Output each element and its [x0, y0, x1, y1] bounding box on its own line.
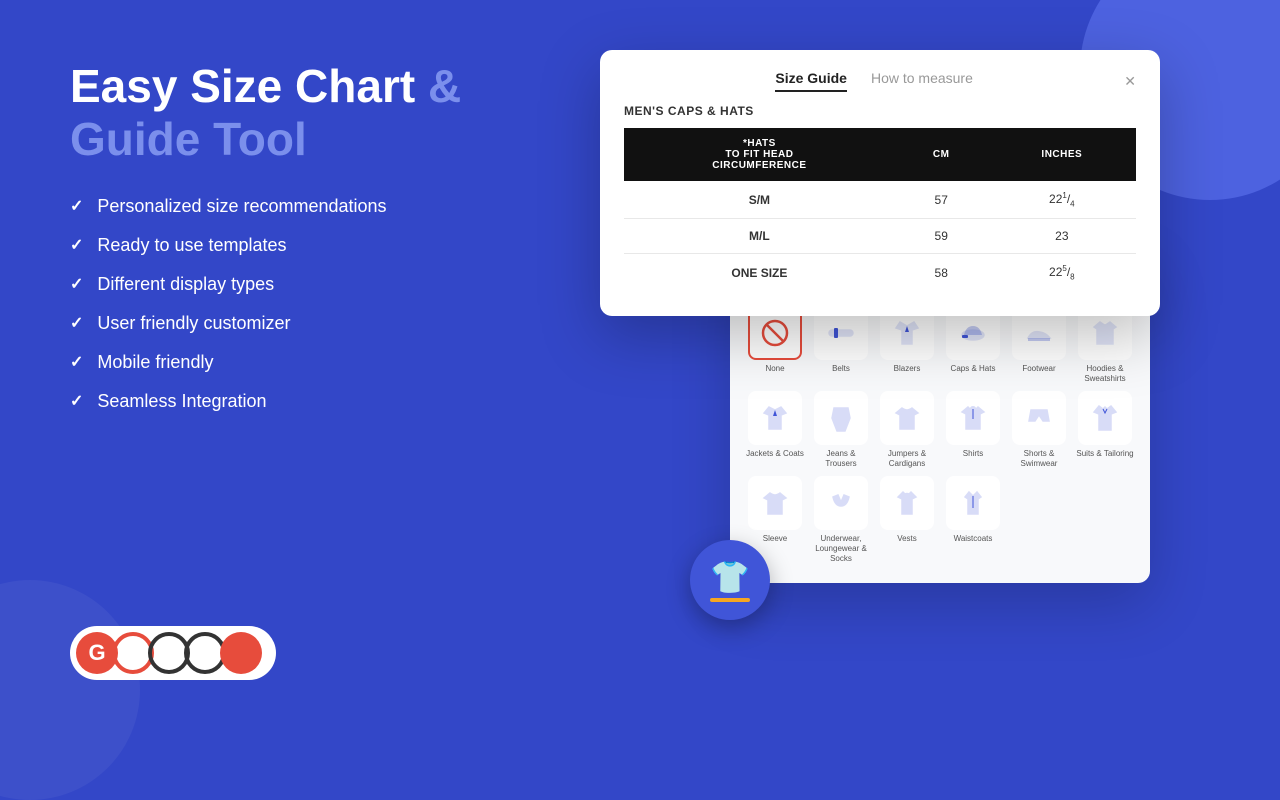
cat-icon-sleeve: [748, 476, 802, 530]
cat-icon-jeans: [814, 391, 868, 445]
col-header-size: *HATSTO FIT HEADCIRCUMFERENCE: [624, 128, 895, 181]
cat-label-jumpers: Jumpers & Cardigans: [878, 449, 936, 468]
cat-vests[interactable]: Vests: [878, 476, 936, 563]
cm-ml: 59: [895, 219, 988, 254]
feature-item-1: ✓ Personalized size recommendations: [70, 196, 530, 217]
size-guide-modal: Size Guide How to measure ✕ MEN'S CAPS &…: [600, 50, 1160, 316]
title-part1: Easy Size Chart: [70, 60, 415, 112]
feature-item-6: ✓ Seamless Integration: [70, 391, 530, 412]
cat-icon-jumpers: [880, 391, 934, 445]
cat-label-belts: Belts: [832, 364, 850, 374]
check-icon-2: ✓: [70, 235, 83, 255]
section-title: MEN'S CAPS & HATS: [624, 104, 1136, 118]
cat-footwear[interactable]: Footwear: [1010, 306, 1068, 383]
feature-item-4: ✓ User friendly customizer: [70, 313, 530, 334]
cat-icon-jackets: [748, 391, 802, 445]
cat-belts[interactable]: Belts: [812, 306, 870, 383]
modal-header: Size Guide How to measure ✕: [624, 70, 1136, 92]
logo-o4: [220, 632, 262, 674]
cat-icon-vests: [880, 476, 934, 530]
logo: G: [70, 626, 276, 680]
cat-label-suits: Suits & Tailoring: [1076, 449, 1133, 459]
cat-icon-suits: [1078, 391, 1132, 445]
logo-area: G: [70, 606, 530, 680]
main-title: Easy Size Chart & Guide Tool: [70, 60, 530, 166]
feature-label-1: Personalized size recommendations: [97, 196, 386, 217]
cat-label-shorts: Shorts & Swimwear: [1010, 449, 1068, 468]
title-ampersand: &: [428, 60, 461, 112]
cat-label-sleeve: Sleeve: [763, 534, 787, 544]
feature-label-5: Mobile friendly: [97, 352, 213, 373]
col-header-cm: CM: [895, 128, 988, 181]
cat-underwear[interactable]: Underwear, Loungewear & Socks: [812, 476, 870, 563]
feature-item-2: ✓ Ready to use templates: [70, 235, 530, 256]
title-part2: Guide Tool: [70, 113, 307, 165]
inches-ml: 23: [988, 219, 1136, 254]
close-icon[interactable]: ✕: [1124, 74, 1136, 88]
cat-jumpers[interactable]: Jumpers & Cardigans: [878, 391, 936, 468]
cat-label-shirts: Shirts: [963, 449, 983, 459]
tab-how-to-measure[interactable]: How to measure: [871, 70, 973, 92]
check-icon-1: ✓: [70, 196, 83, 216]
cat-label-jackets: Jackets & Coats: [746, 449, 804, 459]
cat-jackets[interactable]: Jackets & Coats: [746, 391, 804, 468]
cat-label-caps: Caps & Hats: [951, 364, 996, 374]
cat-label-none: None: [765, 364, 784, 374]
feature-label-4: User friendly customizer: [97, 313, 290, 334]
cm-sm: 57: [895, 181, 988, 219]
cat-icon-shorts: [1012, 391, 1066, 445]
col-header-inches: INCHES: [988, 128, 1136, 181]
size-table: *HATSTO FIT HEADCIRCUMFERENCE CM INCHES …: [624, 128, 1136, 292]
inches-one: 225/8: [988, 254, 1136, 292]
cat-jeans[interactable]: Jeans & Trousers: [812, 391, 870, 468]
check-icon-4: ✓: [70, 313, 83, 333]
table-header-row: *HATSTO FIT HEADCIRCUMFERENCE CM INCHES: [624, 128, 1136, 181]
feature-label-3: Different display types: [97, 274, 274, 295]
cat-label-footwear: Footwear: [1022, 364, 1055, 374]
table-row: M/L 59 23: [624, 219, 1136, 254]
cat-label-blazers: Blazers: [894, 364, 921, 374]
feature-item-5: ✓ Mobile friendly: [70, 352, 530, 373]
size-one: ONE SIZE: [624, 254, 895, 292]
tshirt-bar: [710, 598, 750, 602]
cat-waistcoats[interactable]: Waistcoats: [944, 476, 1002, 563]
check-icon-3: ✓: [70, 274, 83, 294]
cat-none[interactable]: None: [746, 306, 804, 383]
cat-label-waistcoats: Waistcoats: [954, 534, 993, 544]
cat-label-jeans: Jeans & Trousers: [812, 449, 870, 468]
cat-caps[interactable]: Caps & Hats: [944, 306, 1002, 383]
tab-size-guide[interactable]: Size Guide: [775, 70, 847, 92]
feature-label-2: Ready to use templates: [97, 235, 286, 256]
cat-icon-shirts: [946, 391, 1000, 445]
right-panel: Size Guide How to measure ✕ MEN'S CAPS &…: [570, 50, 1220, 680]
features-list: ✓ Personalized size recommendations ✓ Re…: [70, 196, 530, 412]
table-row: S/M 57 221/4: [624, 181, 1136, 219]
cat-blazers[interactable]: Blazers: [878, 306, 936, 383]
cat-hoodies[interactable]: Hoodies & Sweatshirts: [1076, 306, 1134, 383]
left-panel: Easy Size Chart & Guide Tool ✓ Personali…: [70, 50, 530, 680]
feature-item-3: ✓ Different display types: [70, 274, 530, 295]
size-sm: S/M: [624, 181, 895, 219]
cat-shorts[interactable]: Shorts & Swimwear: [1010, 391, 1068, 468]
cat-icon-waistcoats: [946, 476, 1000, 530]
check-icon-5: ✓: [70, 352, 83, 372]
check-icon-6: ✓: [70, 391, 83, 411]
cat-suits[interactable]: Suits & Tailoring: [1076, 391, 1134, 468]
cat-label-underwear: Underwear, Loungewear & Socks: [812, 534, 870, 563]
cm-one: 58: [895, 254, 988, 292]
cat-label-hoodies: Hoodies & Sweatshirts: [1076, 364, 1134, 383]
size-ml: M/L: [624, 219, 895, 254]
inches-sm: 221/4: [988, 181, 1136, 219]
modal-tabs: Size Guide How to measure: [624, 70, 1124, 92]
table-row: ONE SIZE 58 225/8: [624, 254, 1136, 292]
cat-label-vests: Vests: [897, 534, 917, 544]
feature-label-6: Seamless Integration: [97, 391, 266, 412]
tshirt-icon: 👕: [710, 558, 750, 596]
cat-shirts[interactable]: Shirts: [944, 391, 1002, 468]
category-grid-row1: None Belts Blazers: [746, 306, 1134, 563]
cat-icon-underwear: [814, 476, 868, 530]
floating-tshirt-button[interactable]: 👕: [690, 540, 770, 620]
